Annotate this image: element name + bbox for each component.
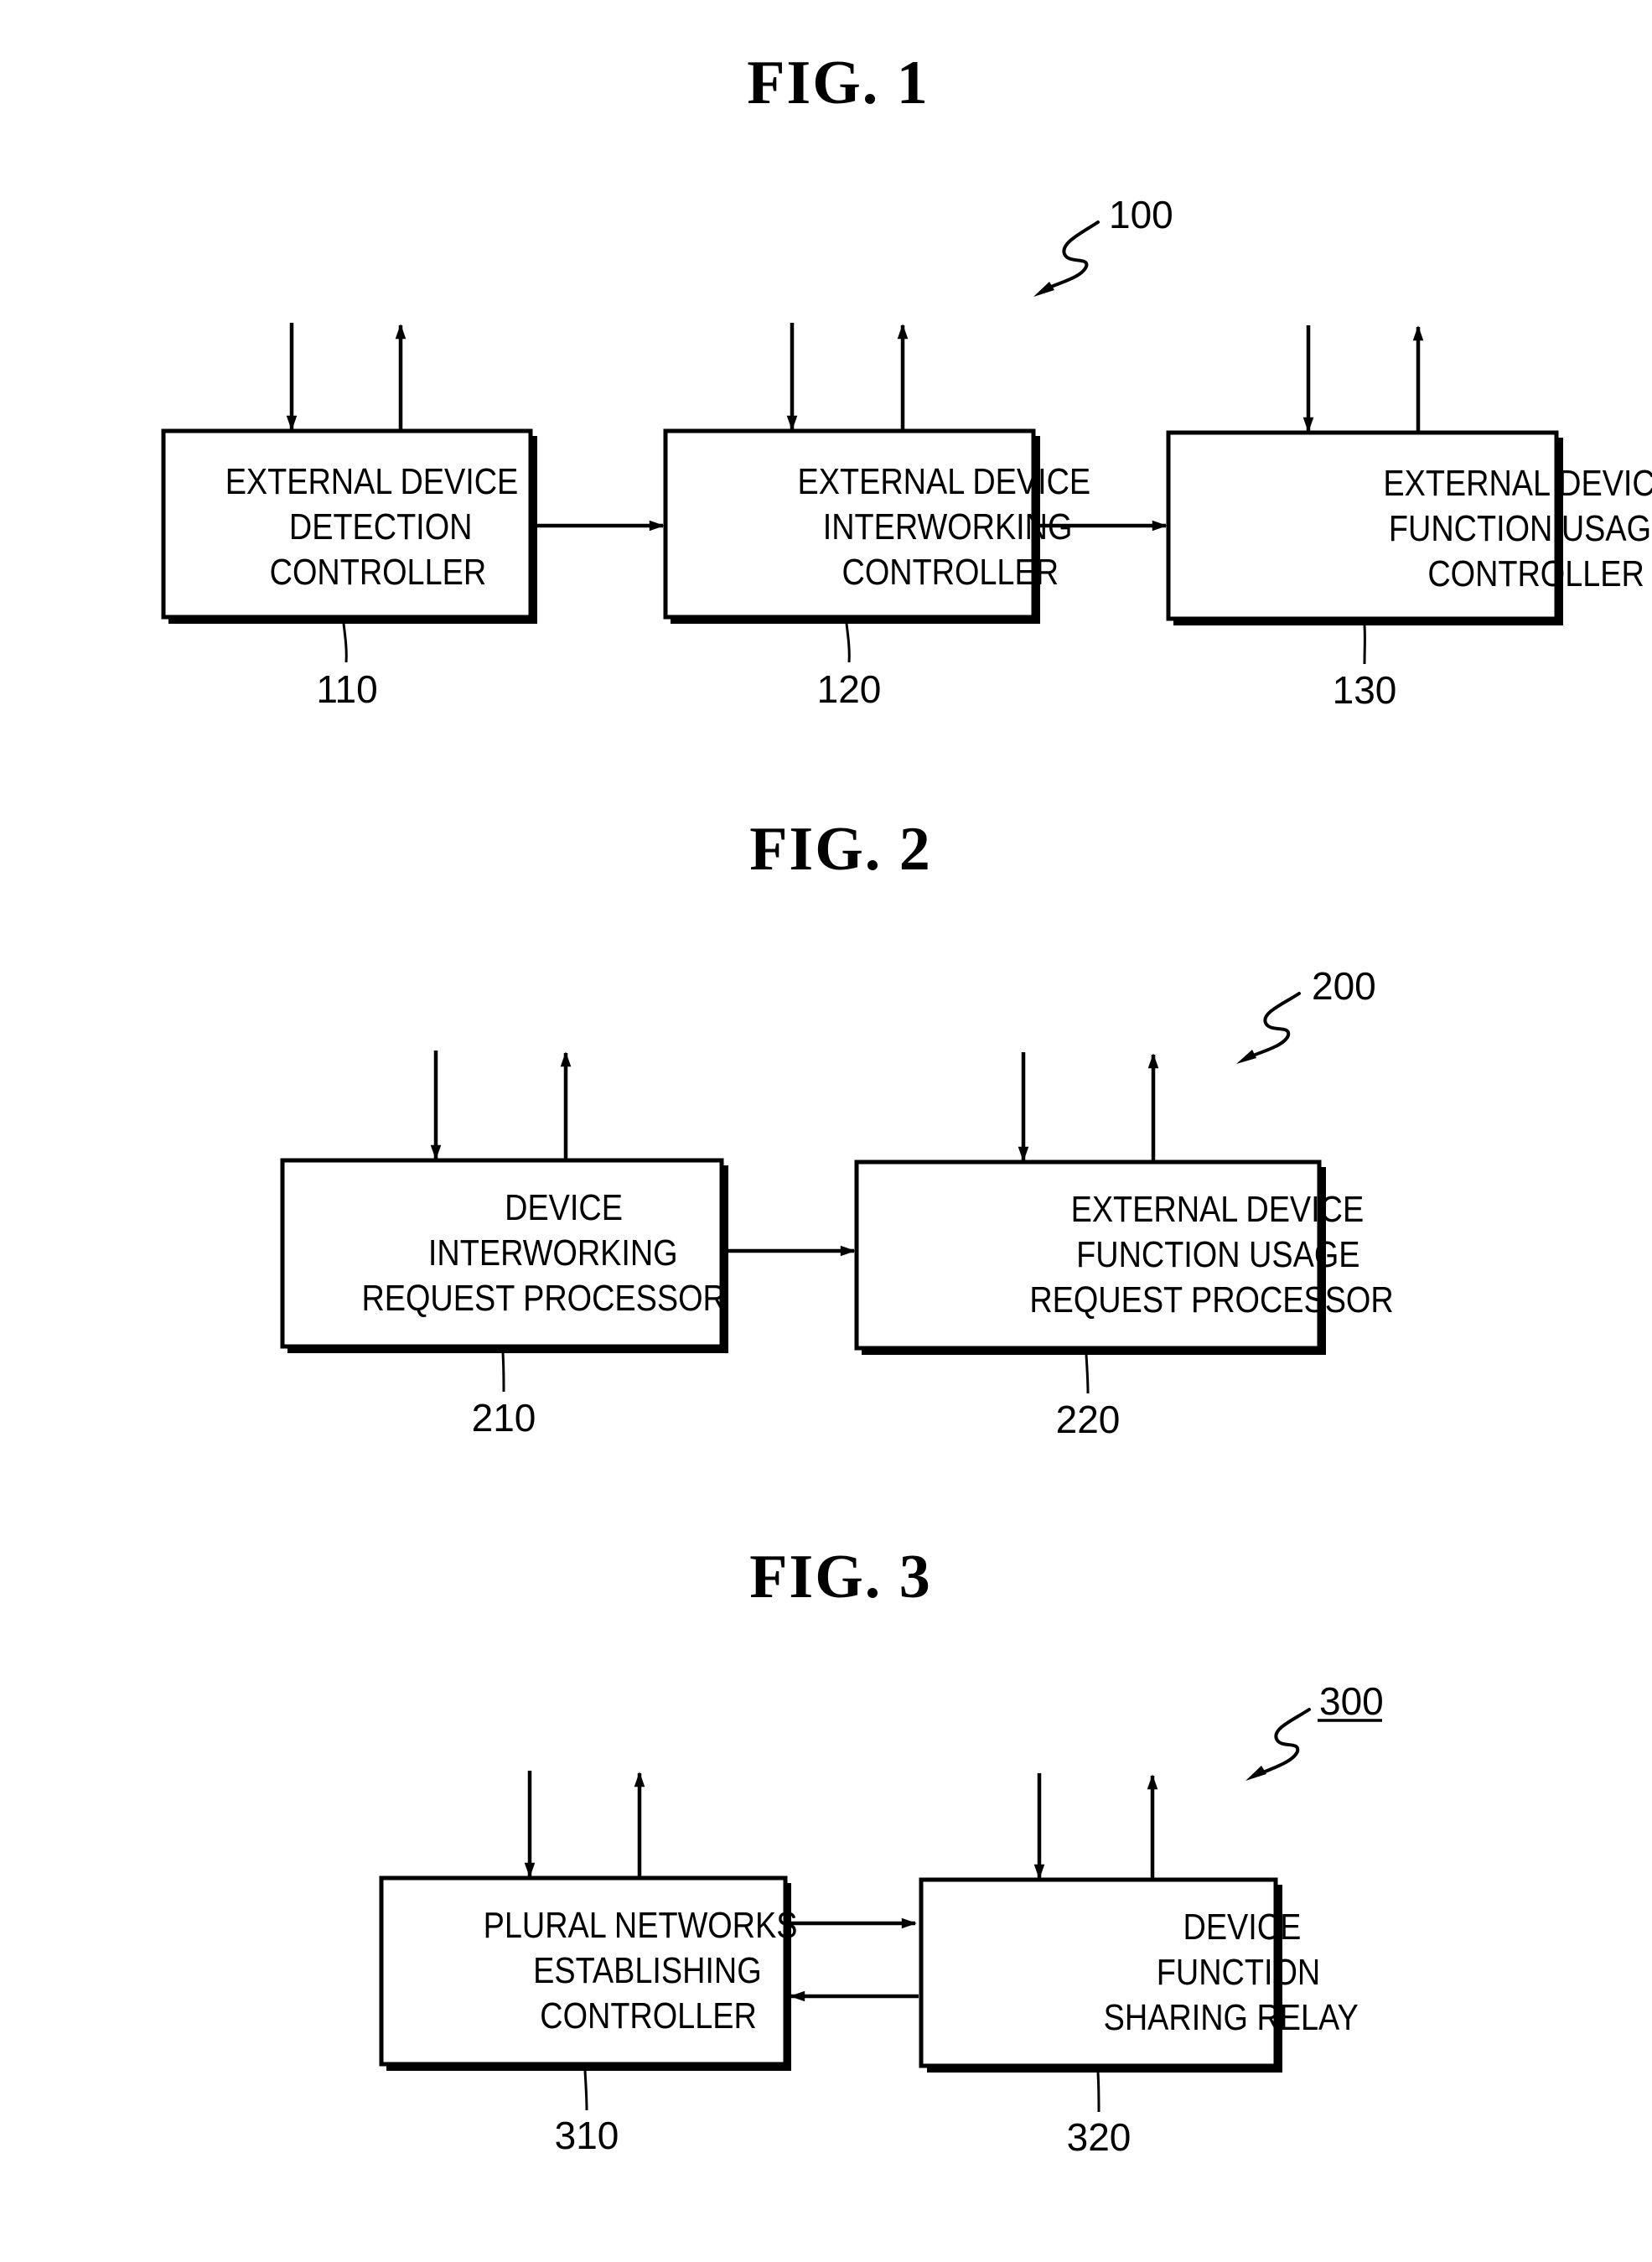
block-220: EXTERNAL DEVICE FUNCTION USAGE REQUEST P… xyxy=(854,1052,1394,1441)
figure-2-title: FIG. 2 xyxy=(749,815,932,884)
block-210-line-2: INTERWORKING xyxy=(428,1232,678,1273)
block-110-ref-label: 110 xyxy=(316,667,377,711)
block-320-ref-label: 320 xyxy=(1067,2115,1132,2159)
block-310-line-2: ESTABLISHING xyxy=(533,1949,762,1990)
block-130: EXTERNAL DEVICE FUNCTION USAGE CONTROLLE… xyxy=(1166,325,1652,712)
block-110-line-1: EXTERNAL DEVICE xyxy=(225,460,519,501)
reference-squiggle-100 xyxy=(1042,220,1100,292)
figure-3-title: FIG. 3 xyxy=(749,1543,932,1611)
reference-arrowhead-icon xyxy=(1236,1050,1256,1064)
block-110-line-3: CONTROLLER xyxy=(270,551,486,592)
block-110: EXTERNAL DEVICE DETECTION CONTROLLER 110 xyxy=(161,323,537,711)
block-310-line-3: CONTROLLER xyxy=(540,1995,756,2036)
block-320-line-1: DEVICE xyxy=(1183,1906,1302,1947)
figure-3: FIG. 3 300 PLURAL NETWORKS ESTABLISHING … xyxy=(379,1543,1384,2159)
block-220-line-1: EXTERNAL DEVICE xyxy=(1071,1188,1365,1229)
block-110-line-2: DETECTION xyxy=(289,506,473,547)
block-120-ref-label: 120 xyxy=(817,667,882,711)
block-130-line-1: EXTERNAL DEVICE xyxy=(1383,462,1652,503)
figure-2: FIG. 2 200 DEVICE INTERWORKING REQUEST P… xyxy=(280,815,1394,1441)
reference-arrowhead-icon xyxy=(1033,282,1054,297)
block-320-line-3: SHARING RELAY xyxy=(1104,1996,1359,2037)
reference-squiggle-300 xyxy=(1256,1708,1311,1777)
block-210: DEVICE INTERWORKING REQUEST PROCESSOR 21… xyxy=(280,1051,728,1440)
block-130-line-3: CONTROLLER xyxy=(1427,553,1644,594)
block-210-line-1: DEVICE xyxy=(505,1186,623,1227)
block-120: EXTERNAL DEVICE INTERWORKING CONTROLLER … xyxy=(663,323,1091,711)
reference-100: 100 xyxy=(1033,193,1173,297)
leader-line-320 xyxy=(1096,2072,1100,2113)
block-120-line-3: CONTROLLER xyxy=(842,551,1059,592)
block-320-line-2: FUNCTION xyxy=(1157,1951,1320,1992)
leader-line-310 xyxy=(583,2070,588,2111)
block-320: DEVICE FUNCTION SHARING RELAY 320 xyxy=(919,1773,1359,2159)
reference-200: 200 xyxy=(1236,964,1376,1064)
block-310: PLURAL NETWORKS ESTABLISHING CONTROLLER … xyxy=(379,1771,798,2157)
block-220-line-3: REQUEST PROCESSOR xyxy=(1029,1279,1393,1320)
reference-arrowhead-icon xyxy=(1245,1766,1266,1781)
leader-line-210 xyxy=(501,1352,505,1393)
block-210-ref-label: 210 xyxy=(472,1396,536,1440)
leader-line-120 xyxy=(845,623,851,663)
reference-label-200: 200 xyxy=(1312,964,1376,1008)
block-120-line-2: INTERWORKING xyxy=(823,506,1073,547)
reference-squiggle-200 xyxy=(1245,992,1301,1060)
reference-300: 300 xyxy=(1245,1679,1384,1781)
block-130-line-2: FUNCTION USAGE xyxy=(1389,507,1652,548)
block-220-ref-label: 220 xyxy=(1056,1398,1121,1441)
leader-line-110 xyxy=(342,623,348,663)
figure-1-title: FIG. 1 xyxy=(747,49,930,117)
block-310-line-1: PLURAL NETWORKS xyxy=(484,1904,798,1945)
block-130-ref-label: 130 xyxy=(1333,668,1397,712)
block-210-line-3: REQUEST PROCESSOR xyxy=(361,1277,725,1318)
block-220-line-2: FUNCTION USAGE xyxy=(1076,1233,1359,1274)
figure-1: FIG. 1 100 EXTERNAL DEVICE DETECTION CON… xyxy=(161,49,1652,712)
leader-line-220 xyxy=(1085,1354,1090,1394)
reference-label-100: 100 xyxy=(1109,193,1173,236)
block-310-ref-label: 310 xyxy=(555,2114,619,2157)
patent-figures-sheet: FIG. 1 100 EXTERNAL DEVICE DETECTION CON… xyxy=(161,49,1652,2159)
block-120-line-1: EXTERNAL DEVICE xyxy=(798,460,1091,501)
reference-label-300: 300 xyxy=(1319,1679,1384,1723)
